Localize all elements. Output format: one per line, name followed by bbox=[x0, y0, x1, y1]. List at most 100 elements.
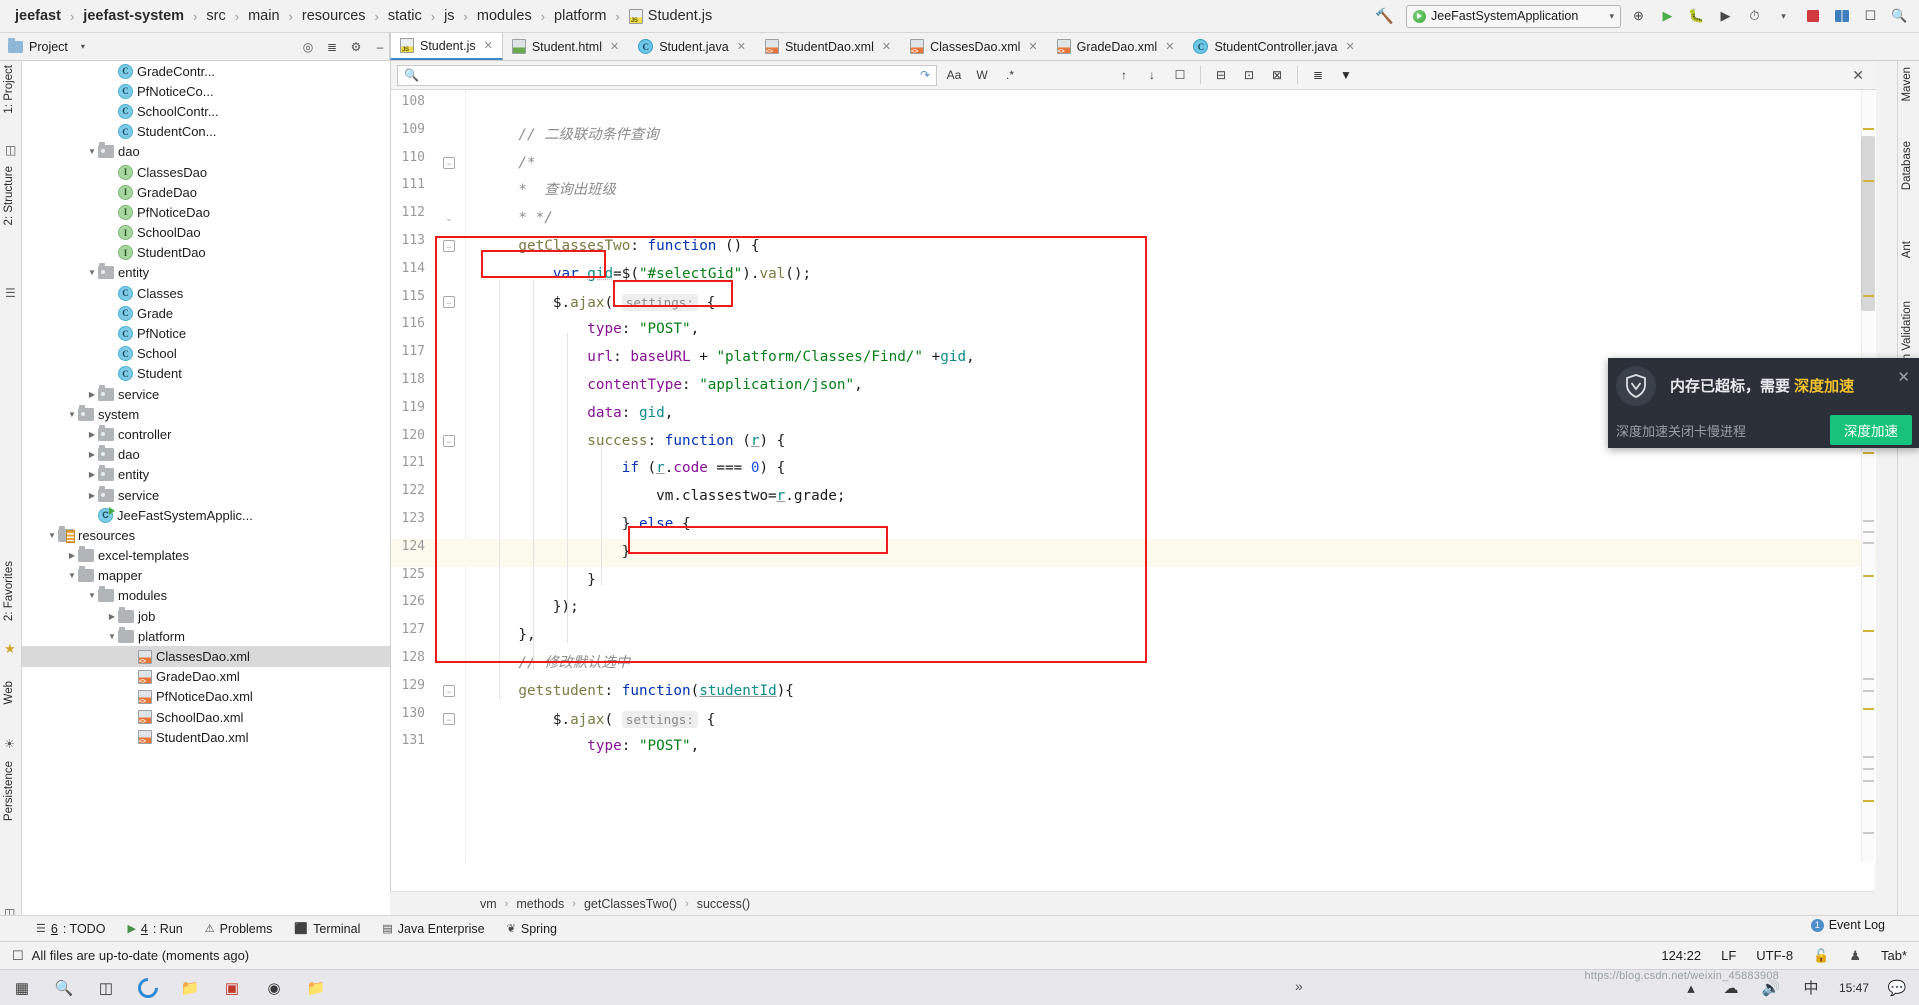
locate-icon[interactable]: ◎ bbox=[299, 38, 317, 56]
fold-collapse-icon[interactable]: − bbox=[443, 240, 455, 252]
tree-row[interactable]: ▶ entity bbox=[22, 465, 390, 485]
line-number[interactable]: 130 bbox=[391, 706, 425, 721]
profile-button[interactable]: ⏱ bbox=[1743, 5, 1766, 28]
tree-row[interactable]: C School bbox=[22, 344, 390, 364]
close-icon[interactable]: ✕ bbox=[610, 40, 619, 53]
rail-item-ant[interactable]: Ant bbox=[1901, 241, 1913, 261]
tree-row[interactable]: C StudentCon... bbox=[22, 122, 390, 142]
line-number[interactable]: 110 bbox=[391, 150, 425, 165]
run-coverage-button[interactable]: ▶ bbox=[1714, 5, 1737, 28]
tree-row[interactable]: SchoolDao.xml bbox=[22, 707, 390, 727]
close-icon[interactable]: ✕ bbox=[882, 40, 891, 53]
rail-item-persistence[interactable]: Persistence bbox=[3, 761, 15, 824]
tree-row[interactable]: ▶ controller bbox=[22, 424, 390, 444]
hammer-icon[interactable]: 🔨 bbox=[1369, 7, 1400, 25]
unlocked-icon[interactable]: 🔓 bbox=[1813, 948, 1829, 964]
code-line[interactable] bbox=[466, 94, 1876, 122]
sort-icon[interactable]: ≣ bbox=[1307, 65, 1329, 86]
line-number[interactable]: 118 bbox=[391, 372, 425, 387]
tree-row[interactable]: ▶ excel-templates bbox=[22, 546, 390, 566]
code-line[interactable]: } bbox=[466, 539, 1876, 567]
rail-item-web[interactable]: Web bbox=[3, 681, 15, 707]
close-icon[interactable]: ✕ bbox=[1852, 67, 1870, 84]
line-number[interactable]: 122 bbox=[391, 483, 425, 498]
arrow-up-icon[interactable]: ↑ bbox=[1113, 65, 1135, 86]
code-line[interactable]: var gid=$("#selectGid").val(); bbox=[466, 261, 1876, 289]
module-icon[interactable]: ⊠ bbox=[1266, 65, 1288, 86]
tree-row[interactable]: ▼ resources bbox=[22, 525, 390, 545]
breadcrumb-item[interactable]: js bbox=[439, 6, 459, 26]
tree-row[interactable]: ▼ system bbox=[22, 404, 390, 424]
chevron-down-icon[interactable]: ▾ bbox=[1772, 5, 1795, 28]
line-number[interactable]: 108 bbox=[391, 94, 425, 109]
code-line[interactable]: /* bbox=[466, 150, 1876, 178]
tree-row[interactable]: C PfNotice bbox=[22, 323, 390, 343]
tree-row[interactable]: C Grade bbox=[22, 303, 390, 323]
chevron-down-icon[interactable]: ▼ bbox=[66, 571, 78, 580]
regex-toggle[interactable]: .* bbox=[999, 65, 1021, 86]
collapse-all-icon[interactable]: ≣ bbox=[323, 38, 341, 56]
line-separator[interactable]: LF bbox=[1721, 948, 1736, 963]
breadcrumb-item[interactable]: src bbox=[201, 6, 230, 26]
code-line[interactable]: } else { bbox=[466, 511, 1876, 539]
tree-row[interactable]: C GradeContr... bbox=[22, 61, 390, 81]
chevron-right-icon[interactable]: ▶ bbox=[106, 612, 118, 621]
tree-row[interactable]: I SchoolDao bbox=[22, 223, 390, 243]
chevron-down-icon[interactable]: ▼ bbox=[66, 410, 78, 419]
code-line[interactable]: }, bbox=[466, 622, 1876, 650]
rail-item-structure[interactable]: 2: Structure bbox=[3, 166, 15, 228]
fold-collapse-icon[interactable]: − bbox=[443, 434, 455, 447]
rail-item-project[interactable]: 1: Project bbox=[3, 65, 15, 117]
editor-scroll-map[interactable] bbox=[1861, 90, 1875, 862]
line-number[interactable]: 115 bbox=[391, 289, 425, 304]
chevron-down-icon[interactable]: ▼ bbox=[86, 591, 98, 600]
editor-breadcrumb-item[interactable]: methods bbox=[516, 897, 564, 911]
words-toggle[interactable]: W bbox=[971, 65, 993, 86]
match-case-toggle[interactable]: Aa bbox=[943, 65, 965, 86]
breadcrumb-item[interactable]: modules bbox=[472, 6, 537, 26]
code-line[interactable]: // 修改默认选中 bbox=[466, 650, 1876, 678]
line-number[interactable]: 114 bbox=[391, 261, 425, 276]
rail-item-database[interactable]: Database bbox=[1901, 141, 1913, 193]
code-line[interactable]: vm.classestwo=r.grade; bbox=[466, 483, 1876, 511]
line-number[interactable]: 111 bbox=[391, 177, 425, 192]
select-all-icon[interactable]: ☐ bbox=[1169, 65, 1191, 86]
chevron-right-icon[interactable]: ▶ bbox=[86, 390, 98, 399]
line-number[interactable]: 131 bbox=[391, 733, 425, 748]
code-line[interactable]: getstudent: function(studentId){ bbox=[466, 678, 1876, 706]
line-number[interactable]: 113 bbox=[391, 233, 425, 248]
chrome-icon[interactable]: ◉ bbox=[262, 976, 286, 1000]
layout-icon[interactable] bbox=[1830, 5, 1853, 28]
chevron-right-icon[interactable]: ▶ bbox=[86, 491, 98, 500]
editor-tab[interactable]: Student.js ✕ bbox=[390, 33, 503, 60]
line-number[interactable]: 121 bbox=[391, 455, 425, 470]
line-number[interactable]: 120 bbox=[391, 428, 425, 443]
tree-row[interactable]: I PfNoticeDao bbox=[22, 202, 390, 222]
chevron-down-icon[interactable]: ▾ bbox=[1609, 11, 1614, 22]
rail-item-maven[interactable]: Maven bbox=[1901, 67, 1913, 105]
tree-row[interactable]: C SchoolContr... bbox=[22, 101, 390, 121]
chevron-down-icon[interactable]: ▼ bbox=[86, 268, 98, 277]
code-line[interactable]: }); bbox=[466, 594, 1876, 622]
idea-icon[interactable]: ▣ bbox=[220, 976, 244, 1000]
editor-tab[interactable]: Student.html ✕ bbox=[503, 33, 629, 60]
close-icon[interactable]: ✕ bbox=[1028, 40, 1037, 53]
close-icon[interactable]: ✕ bbox=[1897, 368, 1910, 386]
search-icon[interactable]: 🔍 bbox=[1888, 5, 1911, 28]
bottom-tool-terminal[interactable]: ⬛ Terminal bbox=[294, 922, 360, 936]
code-line[interactable]: type: "POST", bbox=[466, 733, 1876, 761]
rail-item-favorites[interactable]: 2: Favorites bbox=[3, 561, 15, 624]
fold-collapse-icon[interactable]: − bbox=[443, 156, 455, 169]
run-configuration-selector[interactable]: JeeFastSystemApplication ▾ bbox=[1406, 4, 1621, 28]
taskbar-clock[interactable]: 15:47 bbox=[1839, 981, 1869, 995]
chevron-down-icon[interactable]: ▼ bbox=[86, 147, 98, 156]
line-number[interactable]: 109 bbox=[391, 122, 425, 137]
windows-start-icon[interactable]: ▦ bbox=[10, 976, 34, 1000]
indent-icon[interactable]: ⊡ bbox=[1238, 65, 1260, 86]
editor-breadcrumb-item[interactable]: success() bbox=[697, 897, 750, 911]
line-number[interactable]: 116 bbox=[391, 316, 425, 331]
tree-row[interactable]: ClassesDao.xml bbox=[22, 646, 390, 667]
accelerate-button[interactable]: 深度加速 bbox=[1830, 415, 1912, 445]
line-number[interactable]: 119 bbox=[391, 400, 425, 415]
bottom-tool-spring[interactable]: ❦ Spring bbox=[507, 922, 557, 936]
